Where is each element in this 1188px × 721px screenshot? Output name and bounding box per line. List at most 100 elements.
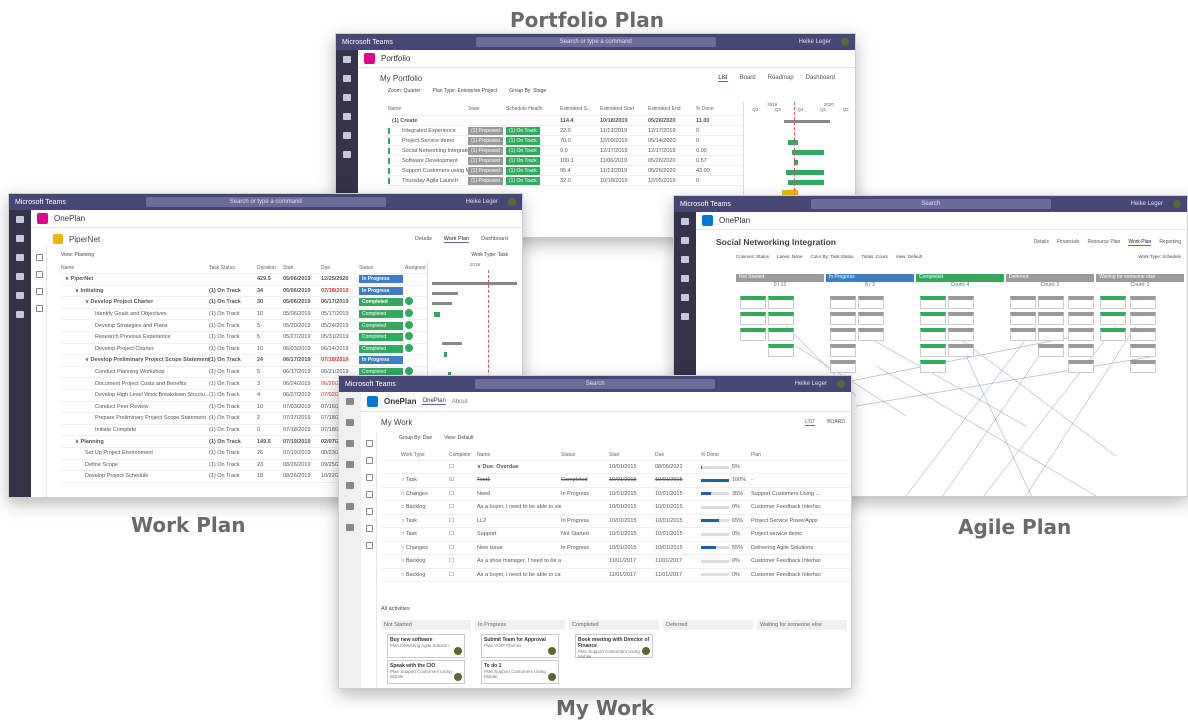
files-icon[interactable] — [346, 503, 354, 510]
item-name[interactable]: Test1 — [477, 477, 561, 483]
task-name[interactable]: Conduct Planning Workshop — [61, 369, 209, 375]
files-icon[interactable] — [681, 313, 689, 320]
activity-icon[interactable] — [346, 398, 354, 405]
toolbar-dropdown[interactable]: Columns: Status — [736, 254, 769, 264]
task-card[interactable] — [948, 344, 974, 357]
activity-card[interactable]: Submit Team for Approval Plan VOIP Phones — [481, 634, 559, 658]
task-card[interactable] — [920, 328, 946, 341]
board-icon[interactable] — [36, 288, 43, 295]
task-card[interactable] — [830, 360, 856, 373]
portfolio-icon[interactable] — [366, 457, 373, 464]
task-card[interactable] — [768, 312, 794, 325]
gantt-bar[interactable] — [442, 342, 462, 345]
board-column-header[interactable]: Completed Count: 4 — [916, 274, 1004, 292]
complete-checkbox[interactable]: ☐ — [449, 545, 477, 551]
task-card[interactable] — [1010, 328, 1036, 341]
task-card[interactable] — [1038, 328, 1064, 341]
column-header[interactable]: Assigned — [405, 265, 427, 271]
task-name[interactable]: Develop High Level Work Breakdown Struct… — [61, 392, 209, 398]
calls-icon[interactable] — [343, 132, 351, 139]
gantt-bar[interactable] — [792, 150, 824, 155]
calendar-icon[interactable] — [346, 461, 354, 468]
task-card[interactable] — [1068, 328, 1094, 341]
home-icon[interactable] — [366, 440, 373, 447]
group-by-dropdown[interactable]: Group By: Due — [399, 435, 432, 441]
zoom-dropdown[interactable]: Zoom: Quarter — [388, 88, 421, 98]
plan-name[interactable]: Support Customers Using ... — [751, 491, 821, 497]
column-header[interactable]: Estimated End — [648, 106, 696, 112]
group-by-dropdown[interactable]: Group By: Stage — [509, 88, 546, 98]
table-row[interactable]: ○ Task ☐ LL2 In Progress 10/01/2015 10/01/201… — [381, 515, 851, 528]
assignee-avatar[interactable] — [548, 647, 556, 655]
table-row[interactable]: ∨ PiperNet 429.5 05/06/2019 12/25/2020 In Pr… — [61, 274, 427, 286]
table-row[interactable]: Research Previous Experience (1) On Track… — [61, 332, 427, 344]
assignee-avatar[interactable] — [405, 332, 413, 341]
calendar-icon[interactable] — [16, 273, 24, 280]
complete-checkbox[interactable]: ☑ — [449, 477, 477, 483]
chat-icon[interactable] — [346, 419, 354, 426]
task-card[interactable] — [1100, 312, 1126, 325]
assignee-avatar[interactable] — [454, 673, 462, 681]
task-card[interactable] — [1068, 312, 1094, 325]
board-column-header[interactable]: Waiting for someone else — [757, 620, 847, 630]
project-name[interactable]: Social Networking Integration — [388, 147, 468, 154]
item-name[interactable]: As a buyer, I need to be able to cate... — [477, 572, 561, 578]
tab-list[interactable]: List — [718, 75, 728, 82]
user-avatar[interactable] — [1172, 200, 1181, 208]
task-card[interactable] — [858, 296, 884, 309]
item-name[interactable]: LL2 — [477, 518, 561, 524]
task-name[interactable]: Prepare Preliminary Project Scope Statem… — [61, 415, 209, 421]
tab-oneplan[interactable]: OnePlan — [422, 398, 446, 405]
checkbox[interactable]: ☐ — [449, 464, 477, 470]
toolbar-dropdown[interactable]: View: Default — [896, 254, 922, 264]
complete-checkbox[interactable]: ☐ — [449, 504, 477, 510]
task-card[interactable] — [830, 344, 856, 357]
teams-icon[interactable] — [346, 440, 354, 447]
teams-icon[interactable] — [343, 94, 351, 101]
column-header[interactable]: Schedule Health — [506, 106, 560, 112]
tab-board[interactable]: BOARD — [827, 419, 845, 426]
activity-icon[interactable] — [16, 216, 24, 223]
task-name[interactable]: Develop Project Schedule — [61, 473, 209, 479]
tab-about[interactable]: About — [452, 399, 468, 405]
item-name[interactable]: New Issue — [477, 545, 561, 551]
complete-checkbox[interactable]: ☐ — [449, 491, 477, 497]
column-header[interactable]: Complete — [449, 452, 477, 458]
task-name[interactable]: ∨ Develop Preliminary Project Scope Stat… — [61, 357, 209, 363]
activity-icon[interactable] — [681, 218, 689, 225]
task-card[interactable] — [1068, 344, 1094, 357]
board-column-header[interactable]: Deferred — [663, 620, 753, 630]
column-header[interactable]: Duration — [257, 265, 283, 271]
calls-icon[interactable] — [346, 482, 354, 489]
task-card[interactable] — [1038, 344, 1064, 357]
project-name[interactable]: Project Service demo — [388, 137, 468, 144]
assignee-avatar[interactable] — [642, 647, 650, 655]
assignee-avatar[interactable] — [405, 320, 413, 329]
item-name[interactable]: As a buyer, I need to be able to view... — [477, 504, 561, 510]
teams-icon[interactable] — [16, 254, 24, 261]
column-header[interactable]: % Done — [701, 452, 751, 458]
tab-dashboard[interactable]: Dashboard — [481, 236, 508, 243]
table-row[interactable]: Software Development (1) Proposed (1) On T… — [388, 156, 743, 166]
group-row[interactable]: ☐ ∨ Due: Overdue 10/01/2015 08/06/2021 5% — [381, 461, 851, 474]
project-name[interactable]: Support Customers using Mobile — [388, 167, 468, 174]
project-name[interactable]: Thursday Agile Launch — [388, 177, 468, 184]
gantt-bar[interactable] — [788, 140, 798, 145]
board-column-header[interactable]: In Progress 8 / 3 — [826, 274, 914, 292]
column-header[interactable]: Start — [609, 452, 655, 458]
board-column-header[interactable]: Not Started — [381, 620, 471, 630]
task-card[interactable] — [1038, 312, 1064, 325]
column-header[interactable]: Status — [359, 265, 405, 271]
project-name[interactable]: Integrated Experience — [388, 127, 468, 134]
user-avatar[interactable] — [836, 380, 845, 388]
toolbar-dropdown[interactable]: Lanes: None — [777, 254, 803, 264]
assignee-avatar[interactable] — [405, 309, 413, 318]
flask-icon[interactable] — [366, 474, 373, 481]
task-name[interactable]: Develop Project Charter — [61, 346, 209, 352]
gantt-bar[interactable] — [786, 170, 824, 175]
column-header[interactable]: Due — [321, 265, 359, 271]
tab-resource-plan[interactable]: Resource Plan — [1088, 239, 1121, 246]
table-row[interactable]: Identify Goals and Objectives (1) On Trac… — [61, 309, 427, 321]
task-card[interactable] — [948, 328, 974, 341]
search-box[interactable]: Search — [810, 199, 1051, 209]
